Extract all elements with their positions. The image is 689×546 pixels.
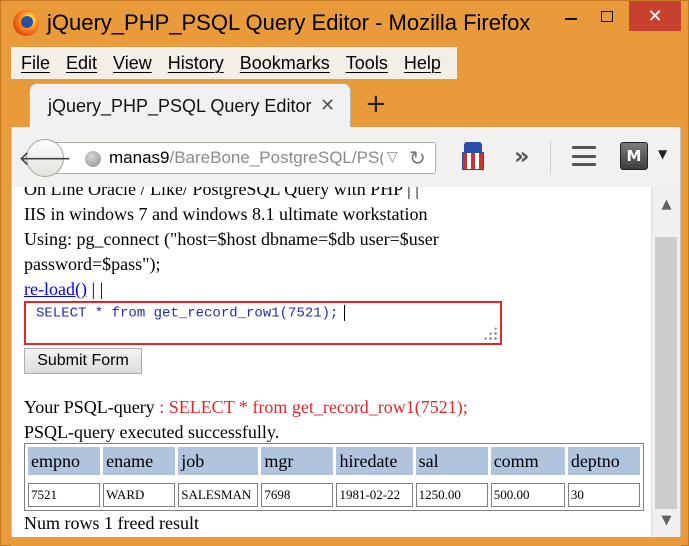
scroll-thumb[interactable] <box>655 237 677 509</box>
table-cell: 500.00 <box>490 483 565 507</box>
back-arrow-icon: 🡐 <box>18 146 72 170</box>
rows-footer: Num rows 1 freed result <box>24 513 199 533</box>
table-header-row: empno ename job mgr hiredate sal comm de… <box>28 447 640 475</box>
table-cell: 7521 <box>28 483 101 507</box>
mcafee-icon[interactable]: M <box>620 142 648 170</box>
column-header: mgr <box>261 447 334 475</box>
menu-tools[interactable]: Tools <box>338 53 396 74</box>
menu-bar: File Edit View History Bookmarks Tools H… <box>11 47 457 79</box>
url-text[interactable]: manas9/BareBone_PostgreSQL/PS( <box>109 148 383 168</box>
your-query-label: Your PSQL-query <box>24 397 155 417</box>
minimize-icon <box>565 18 577 20</box>
table-cell: SALESMAN <box>178 483 259 507</box>
close-window-button[interactable]: ✕ <box>629 1 681 31</box>
table-row: 7521 WARD SALESMAN 7698 1981-02-22 1250.… <box>28 483 640 507</box>
query-text: SELECT * from get_record_row1(7521); <box>36 305 346 322</box>
table-cell: 1981-02-22 <box>336 483 413 507</box>
table-spacer <box>28 478 640 480</box>
close-icon: ✕ <box>647 5 663 27</box>
tab-query-editor[interactable]: jQuery_PHP_PSQL Query Editor ✕ <box>29 83 351 127</box>
window-bottom-border <box>11 537 681 546</box>
spacer-cell <box>28 478 640 480</box>
scroll-up-icon[interactable]: ▲ <box>652 189 681 219</box>
mcafee-dropdown-icon[interactable]: ▼ <box>658 147 667 161</box>
menu-history[interactable]: History <box>160 53 232 74</box>
firefox-logo-icon <box>13 10 39 36</box>
column-header: empno <box>28 447 101 475</box>
overflow-chevron-icon[interactable]: » <box>514 142 530 170</box>
extension-icon-body <box>462 152 484 170</box>
menu-help[interactable]: Help <box>396 53 449 74</box>
vertical-scrollbar[interactable]: ▲ ▼ <box>651 187 681 537</box>
query-text-value: SELECT * from get_record_row1(7521); <box>36 305 339 322</box>
new-tab-button[interactable]: + <box>365 89 387 119</box>
header-line: On Line Oracle / Like/ PostgreSQL Query … <box>24 187 419 199</box>
resize-grip-icon[interactable] <box>483 326 497 340</box>
hamburger-line <box>572 146 596 149</box>
window-title: jQuery_PHP_PSQL Query Editor - Mozilla F… <box>47 10 531 35</box>
browser-window: jQuery_PHP_PSQL Query Editor - Mozilla F… <box>0 0 689 546</box>
extension-icon-top <box>464 142 482 152</box>
reload-icon[interactable]: ↻ <box>409 146 426 170</box>
globe-icon <box>85 151 101 167</box>
header-line: IIS in windows 7 and windows 8.1 ultimat… <box>24 204 428 224</box>
table-cell: 1250.00 <box>415 483 488 507</box>
column-header: hiredate <box>336 447 413 475</box>
header-line: password=$pass"); <box>24 254 161 274</box>
table-cell: WARD <box>103 483 176 507</box>
hamburger-line <box>572 154 596 158</box>
hamburger-menu-icon[interactable] <box>572 146 596 166</box>
page-header-text: On Line Oracle / Like/ PostgreSQL Query … <box>24 187 644 302</box>
column-header: job <box>178 447 259 475</box>
url-dropdown-icon[interactable]: ▽ <box>387 149 398 165</box>
submit-form-button[interactable]: Submit Form <box>24 348 142 374</box>
scroll-down-icon[interactable]: ▼ <box>652 505 681 535</box>
reload-line: re-load() | | <box>24 277 644 302</box>
navigation-toolbar: 🡐 manas9/BareBone_PostgreSQL/PS( ▽ ↻ » M… <box>11 127 681 187</box>
reload-link[interactable]: re-load() <box>24 279 87 299</box>
url-path: /BareBone_PostgreSQL/PS( <box>169 148 383 167</box>
your-query-line: Your PSQL-query : SELECT * from get_reco… <box>24 395 644 420</box>
menu-bookmarks[interactable]: Bookmarks <box>232 53 338 74</box>
title-bar: jQuery_PHP_PSQL Query Editor - Mozilla F… <box>1 1 689 45</box>
hamburger-line <box>572 163 596 166</box>
menu-view[interactable]: View <box>105 53 160 74</box>
executed-message: PSQL-query executed successfully. <box>24 422 280 442</box>
back-button[interactable]: 🡐 <box>18 139 72 177</box>
menu-file[interactable]: File <box>11 53 58 74</box>
extension-icon[interactable] <box>460 142 486 172</box>
maximize-icon <box>601 10 613 22</box>
result-table: empno ename job mgr hiredate sal comm de… <box>24 443 644 511</box>
table-cell: 30 <box>567 483 640 507</box>
your-query-value: : SELECT * from get_record_row1(7521); <box>159 397 468 417</box>
column-header: sal <box>415 447 488 475</box>
tab-label: jQuery_PHP_PSQL Query Editor <box>48 96 312 116</box>
column-header: comm <box>490 447 565 475</box>
menu-edit[interactable]: Edit <box>58 53 105 74</box>
column-header: deptno <box>567 447 640 475</box>
toolbar-separator <box>550 141 551 173</box>
url-bar[interactable]: manas9/BareBone_PostgreSQL/PS( ▽ ↻ <box>50 142 436 174</box>
query-textarea[interactable]: SELECT * from get_record_row1(7521); <box>24 301 502 345</box>
maximize-button[interactable] <box>585 1 629 31</box>
url-host: manas9 <box>109 148 170 167</box>
column-header: ename <box>103 447 176 475</box>
text-caret <box>344 305 346 321</box>
mcafee-letter: M <box>626 147 642 165</box>
query-result-summary: Your PSQL-query : SELECT * from get_reco… <box>24 395 644 445</box>
tab-close-icon[interactable]: ✕ <box>320 95 335 116</box>
table-cell: 7698 <box>261 483 334 507</box>
page-content: On Line Oracle / Like/ PostgreSQL Query … <box>11 187 651 537</box>
header-line: Using: pg_connect ("host=$host dbname=$d… <box>24 229 439 249</box>
reload-suffix: | | <box>91 279 104 299</box>
